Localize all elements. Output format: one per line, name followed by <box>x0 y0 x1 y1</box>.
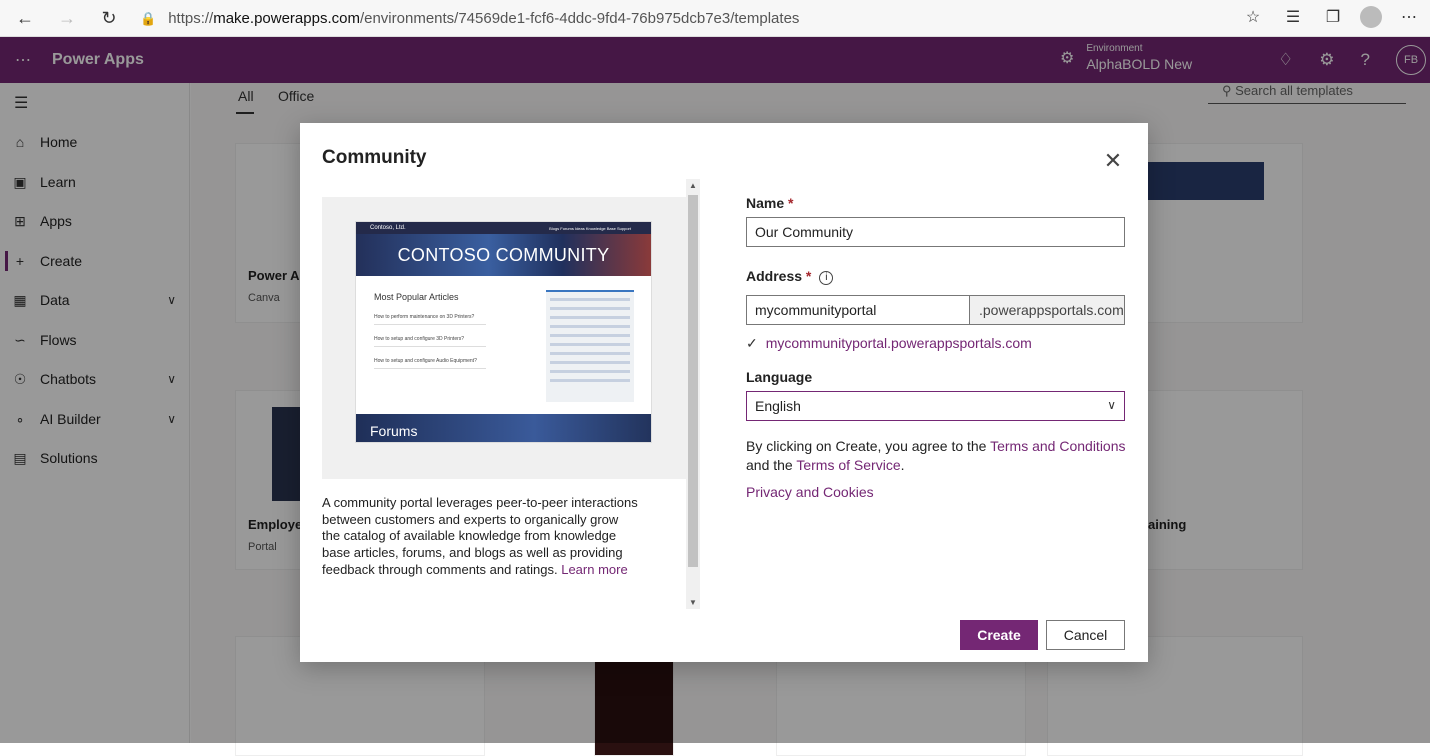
dialog-title: Community <box>322 147 427 168</box>
community-dialog: Community ✕ Contoso, Ltd. Blogs Forums I… <box>300 123 1148 662</box>
info-icon[interactable]: i <box>819 271 834 285</box>
preview-article: How to setup and configure 3D Printers? <box>374 336 486 347</box>
url-host: make.powerapps.com <box>213 10 360 27</box>
browser-toolbar: ← → ↻ 🔒 https://make.powerapps.com/envir… <box>0 0 1430 37</box>
preview-scrollbar[interactable]: ▲ ▼ <box>686 179 700 609</box>
browser-actions: ☆ ☰ ❐ ⋯ <box>1240 4 1422 30</box>
preview-sidebar <box>546 290 634 402</box>
name-label-text: Name <box>746 195 785 211</box>
preview-hero: CONTOSO COMMUNITY <box>356 234 651 276</box>
address-label-text: Address <box>746 268 803 284</box>
favorites-list-icon[interactable]: ☰ <box>1280 4 1306 30</box>
chevron-down-icon: ∨ <box>1107 398 1116 412</box>
preview-screenshot: Contoso, Ltd. Blogs Forums Ideas Knowled… <box>355 221 652 443</box>
profile-icon[interactable] <box>1360 6 1382 28</box>
address-suffix: .powerappsportals.com <box>969 295 1125 325</box>
scroll-thumb[interactable] <box>688 195 698 567</box>
name-label: Name * <box>746 195 793 211</box>
privacy-cookies-link[interactable]: Privacy and Cookies <box>746 484 874 500</box>
preview-article: How to perform maintenance on 3D Printer… <box>374 314 486 325</box>
learn-more-link[interactable]: Learn more <box>561 562 627 577</box>
terms-middle: and the <box>746 457 797 473</box>
lock-icon: 🔒 <box>140 10 157 26</box>
required-marker: * <box>805 268 812 284</box>
preview-brand: Contoso, Ltd. <box>370 225 406 231</box>
preview-top-bar: Contoso, Ltd. Blogs Forums Ideas Knowled… <box>356 222 651 234</box>
address-bar[interactable]: 🔒 https://make.powerapps.com/environment… <box>140 6 1270 31</box>
template-preview: Contoso, Ltd. Blogs Forums Ideas Knowled… <box>322 197 686 479</box>
language-value: English <box>755 398 801 414</box>
preview-body: Most Popular Articles How to perform mai… <box>356 276 651 416</box>
scroll-up-icon[interactable]: ▲ <box>689 181 697 190</box>
cancel-button[interactable]: Cancel <box>1046 620 1125 650</box>
more-options-icon[interactable]: ⋯ <box>1396 4 1422 30</box>
forward-icon[interactable]: → <box>52 3 82 33</box>
language-dropdown[interactable]: English ∨ <box>746 391 1125 421</box>
url-prefix: https:// <box>168 10 214 27</box>
preview-footer: Forums <box>356 414 651 442</box>
terms-prefix: By clicking on Create, you agree to the <box>746 438 991 454</box>
preview-heading: Most Popular Articles <box>374 292 459 302</box>
language-label: Language <box>746 369 813 385</box>
collections-icon[interactable]: ❐ <box>1320 4 1346 30</box>
url-path: /environments/74569de1-fcf6-4ddc-9fd4-76… <box>359 10 800 27</box>
refresh-icon[interactable]: ↻ <box>94 3 124 33</box>
terms-text: By clicking on Create, you agree to the … <box>746 437 1126 475</box>
address-validation: ✓ mycommunityportal.powerappsportals.com <box>746 335 1032 352</box>
terms-end: . <box>900 457 905 473</box>
preview-article: How to setup and configure Audio Equipme… <box>374 358 486 369</box>
template-description: A community portal leverages peer-to-pee… <box>322 495 638 579</box>
back-icon[interactable]: ← <box>10 3 40 33</box>
required-marker: * <box>788 195 794 211</box>
name-input[interactable]: Our Community <box>746 217 1125 247</box>
favorite-star-icon[interactable]: ☆ <box>1240 4 1266 30</box>
address-valid-text: mycommunityportal.powerappsportals.com <box>765 335 1032 351</box>
create-button[interactable]: Create <box>960 620 1038 650</box>
terms-conditions-link[interactable]: Terms and Conditions <box>990 438 1125 454</box>
close-icon[interactable]: ✕ <box>1102 150 1124 172</box>
scroll-down-icon[interactable]: ▼ <box>689 598 697 607</box>
address-input[interactable]: mycommunityportal <box>746 295 970 325</box>
address-label: Address * i <box>746 268 834 285</box>
checkmark-icon: ✓ <box>746 335 758 351</box>
terms-of-service-link[interactable]: Terms of Service <box>796 457 900 473</box>
preview-menu: Blogs Forums Ideas Knowledge Base Suppor… <box>549 225 631 231</box>
